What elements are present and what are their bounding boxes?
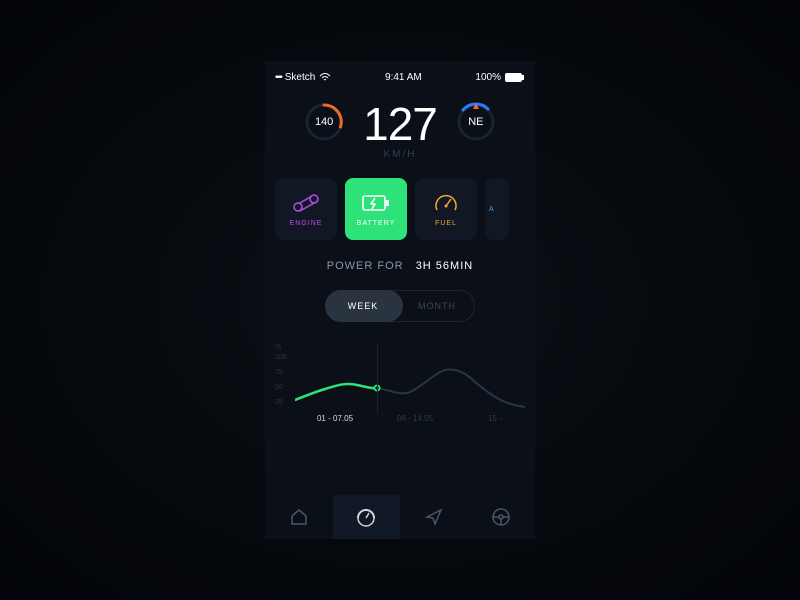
battery-charge-icon <box>362 192 390 214</box>
nav-home[interactable] <box>265 495 333 539</box>
toggle-month[interactable]: MONTH <box>400 291 474 321</box>
bottom-nav <box>265 495 535 539</box>
chart-area: % 100 75 50 25 01 - 07.05 08 - 14 <box>265 344 535 430</box>
speed-unit: KM/H <box>363 149 437 160</box>
battery-percent: 100% <box>475 72 501 83</box>
gauge-left: 140 <box>303 101 345 143</box>
power-value: 3H 56MIN <box>416 260 474 272</box>
nav-navigate[interactable] <box>400 495 468 539</box>
home-icon <box>289 507 309 527</box>
speed-value: 127 <box>363 101 437 147</box>
fuel-gauge-icon <box>434 192 458 214</box>
chart-plot <box>295 352 525 412</box>
tile-battery-label: BATTERY <box>357 220 396 227</box>
power-label: POWER FOR <box>327 260 404 272</box>
chart-y-labels: % 100 75 50 25 <box>275 344 287 414</box>
toggle-week[interactable]: WEEK <box>326 291 400 321</box>
compass-value: NE <box>455 101 497 143</box>
period-2[interactable]: 15 - <box>455 414 535 423</box>
status-bar: ••••• Sketch 9:41 AM 100% <box>265 61 535 87</box>
dashboard-icon <box>355 507 377 527</box>
category-tiles: ENGINE BATTERY FUEL <box>265 164 535 240</box>
nav-wheel[interactable] <box>468 495 536 539</box>
chart-periods: 01 - 07.05 08 - 14.05 15 - <box>295 414 535 423</box>
range-toggle: WEEK MONTH <box>325 290 475 322</box>
tile-fuel-label: FUEL <box>435 220 457 227</box>
compass-gauge: NE <box>455 101 497 143</box>
speedometer: 127 KM/H <box>363 101 437 160</box>
steering-wheel-icon <box>491 507 511 527</box>
navigate-icon <box>424 507 444 527</box>
tile-fuel[interactable]: FUEL <box>415 178 477 240</box>
tile-extra[interactable]: A <box>485 178 509 240</box>
power-line: POWER FOR 3H 56MIN <box>265 260 535 272</box>
signal-dots-icon: ••••• <box>275 72 281 82</box>
chart-divider <box>377 344 378 414</box>
engine-icon <box>293 192 319 214</box>
tile-battery[interactable]: BATTERY <box>345 178 407 240</box>
phone-frame: ••••• Sketch 9:41 AM 100% 14 <box>265 61 535 539</box>
battery-icon <box>505 73 525 82</box>
clock: 9:41 AM <box>385 72 422 83</box>
carrier-label: Sketch <box>285 72 316 83</box>
tile-engine-label: ENGINE <box>290 220 323 227</box>
header-gauges: 140 127 KM/H NE <box>265 87 535 164</box>
wifi-icon <box>319 73 331 82</box>
tile-extra-label: A <box>489 206 495 213</box>
period-1[interactable]: 08 - 14.05 <box>375 414 455 423</box>
gauge-left-value: 140 <box>303 101 345 143</box>
period-0[interactable]: 01 - 07.05 <box>295 414 375 423</box>
nav-dashboard[interactable] <box>333 495 401 539</box>
tile-engine[interactable]: ENGINE <box>275 178 337 240</box>
